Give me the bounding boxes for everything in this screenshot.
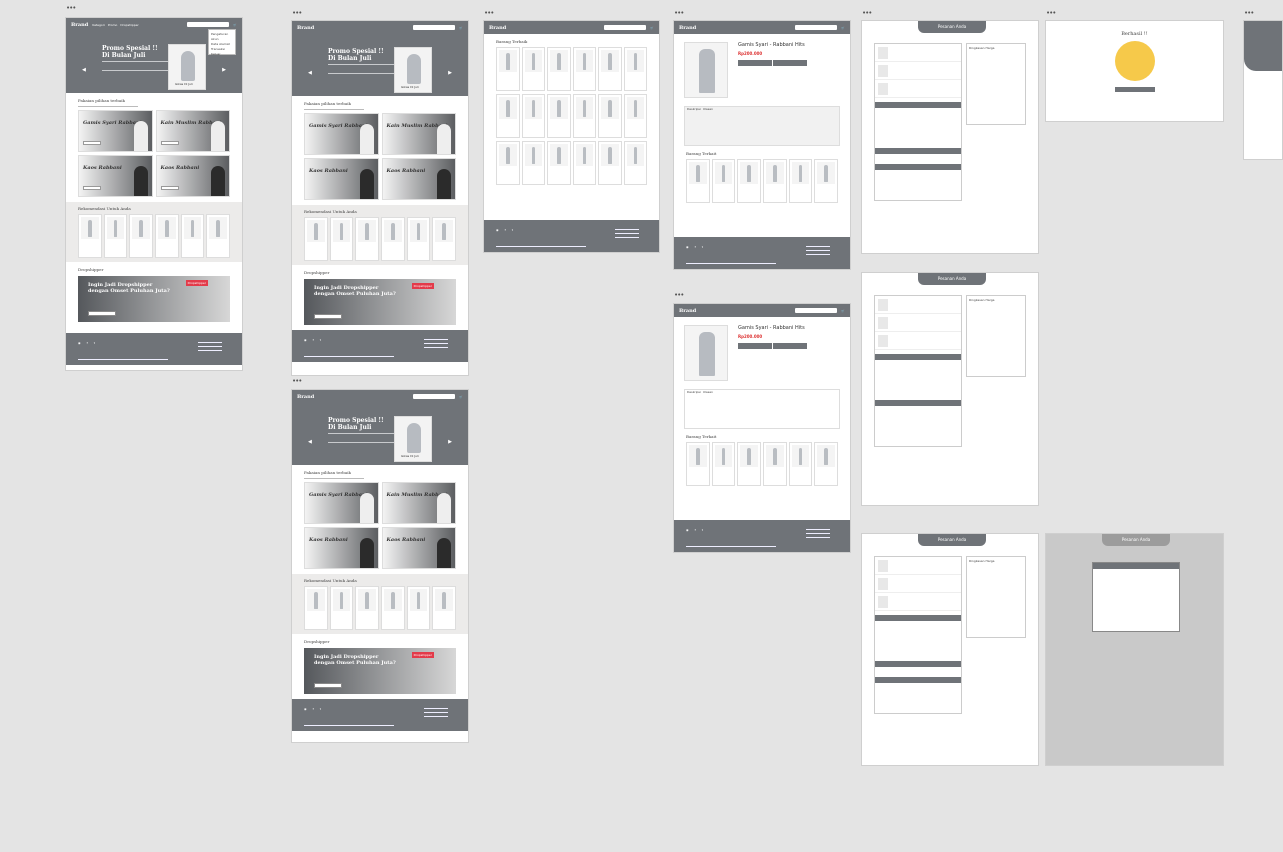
cart-title: Pesanan Anda bbox=[918, 21, 986, 33]
listing-title: Barang Terbaik bbox=[496, 39, 528, 44]
frame-home[interactable]: Brand 🛒 Promo Spesial !! Di Bulan Juli ◀ ▶ Gi… bbox=[291, 20, 469, 376]
frame-partial bbox=[1243, 20, 1283, 160]
twitter-icon: t bbox=[93, 341, 95, 345]
hero-description bbox=[102, 61, 172, 71]
success-illustration bbox=[1114, 41, 1155, 81]
cart-icon[interactable]: 🛒 bbox=[459, 26, 463, 30]
hero-image: Gikas Di Juli bbox=[168, 44, 206, 90]
footer: ◉ f t bbox=[66, 333, 242, 365]
frame-cart-modal[interactable]: Pesanan Anda bbox=[1045, 533, 1224, 766]
frame-label: ••• bbox=[292, 9, 302, 17]
next-arrow-icon[interactable]: ▶ bbox=[448, 70, 452, 76]
product-card[interactable] bbox=[206, 214, 231, 258]
frame-success[interactable]: Berhasil !! bbox=[1045, 20, 1224, 122]
frame-label: ••• bbox=[1046, 9, 1056, 17]
frame-label: ••• bbox=[484, 9, 494, 17]
category-card[interactable]: Gamis Syari Rabbani bbox=[78, 110, 153, 152]
frame-label: ••• bbox=[292, 377, 302, 385]
dropdown-item[interactable]: Keluar bbox=[211, 52, 233, 57]
facebook-icon: f bbox=[86, 341, 88, 345]
brand-logo[interactable]: Brand bbox=[71, 22, 88, 28]
dropdown-item[interactable]: Pengaturan Akun bbox=[211, 32, 233, 42]
instagram-icon: ◉ bbox=[78, 341, 81, 345]
success-title: Berhasil !! bbox=[1121, 31, 1148, 37]
product-price: Rp200.000 bbox=[738, 51, 763, 56]
prev-arrow-icon[interactable]: ◀ bbox=[82, 67, 86, 73]
frame-cart[interactable]: Pesanan Anda Ringkasan Harga bbox=[861, 20, 1039, 254]
product-card[interactable] bbox=[78, 214, 102, 258]
buy-button[interactable] bbox=[738, 60, 772, 66]
dropshipper-banner: Ingin Jadi Dropshipper dengan Omset Puluh… bbox=[78, 276, 230, 322]
category-card[interactable]: Kaos Rabbani bbox=[155, 155, 230, 197]
product-card[interactable] bbox=[155, 214, 179, 258]
prev-arrow-icon[interactable]: ◀ bbox=[308, 70, 312, 76]
hero-title: Promo Spesial !! Di Bulan Juli bbox=[102, 45, 158, 59]
nav-menu[interactable]: Kategori Promo Dropshipper bbox=[92, 23, 139, 27]
hero-image: Gikas Di Juli bbox=[394, 47, 432, 93]
frame-home-dropdown[interactable]: Brand Kategori Promo Dropshipper 🛒 Pengatura… bbox=[65, 17, 243, 371]
frame-product-reviews[interactable]: Brand 🛒 Gamis Syari - Rabbani Hits Rp200.0… bbox=[673, 303, 851, 553]
cart-button[interactable] bbox=[772, 60, 807, 66]
product-card[interactable] bbox=[180, 214, 205, 258]
category-card[interactable]: Kaos Rabbani bbox=[78, 155, 153, 197]
brand-logo[interactable]: Brand bbox=[297, 25, 314, 31]
address-modal[interactable] bbox=[1092, 562, 1180, 632]
frame-home-2[interactable]: Brand 🛒 Promo Spesial !! Di Bulan Juli ◀ ▶ Gi… bbox=[291, 389, 469, 743]
home-button[interactable] bbox=[1114, 87, 1155, 92]
frame-label: ••• bbox=[1244, 9, 1254, 17]
frame-product-detail[interactable]: Brand 🛒 Gamis Syari - Rabbani Hits Rp200.0… bbox=[673, 20, 851, 270]
frame-cart-3[interactable]: Pesanan Anda Ringkasan Harga bbox=[861, 533, 1039, 766]
frame-label: ••• bbox=[674, 9, 684, 17]
cart-icon[interactable]: 🛒 bbox=[233, 23, 237, 27]
description-tabs[interactable]: Deskripsi Ulasan bbox=[684, 106, 840, 146]
search-input[interactable] bbox=[413, 25, 456, 30]
frame-cart-2[interactable]: Pesanan Anda Ringkasan Harga bbox=[861, 272, 1039, 506]
product-title: Gamis Syari - Rabbani Hits bbox=[738, 42, 805, 48]
section-title: Dropshipper bbox=[78, 267, 104, 272]
frame-label: ••• bbox=[862, 9, 872, 17]
product-image bbox=[684, 42, 728, 98]
product-card[interactable] bbox=[103, 214, 128, 258]
category-card[interactable]: Kain Muslim Rabbani bbox=[155, 110, 230, 152]
section-title: Rekomendasi Untuk Anda bbox=[78, 206, 131, 211]
banner-button[interactable] bbox=[88, 311, 116, 316]
frame-label: ••• bbox=[674, 291, 684, 299]
next-arrow-icon[interactable]: ▶ bbox=[222, 67, 226, 73]
product-card[interactable] bbox=[129, 214, 154, 258]
search-input[interactable] bbox=[187, 22, 230, 27]
frame-label: ••• bbox=[66, 4, 76, 12]
section-title: Pakaian pilihan terbaik bbox=[78, 98, 125, 103]
account-dropdown[interactable]: Pengaturan Akun Data Alamat Transaksi Kelua… bbox=[208, 29, 236, 57]
frame-listing[interactable]: Brand 🛒 Barang Terbaik ◉ f t bbox=[483, 20, 660, 253]
